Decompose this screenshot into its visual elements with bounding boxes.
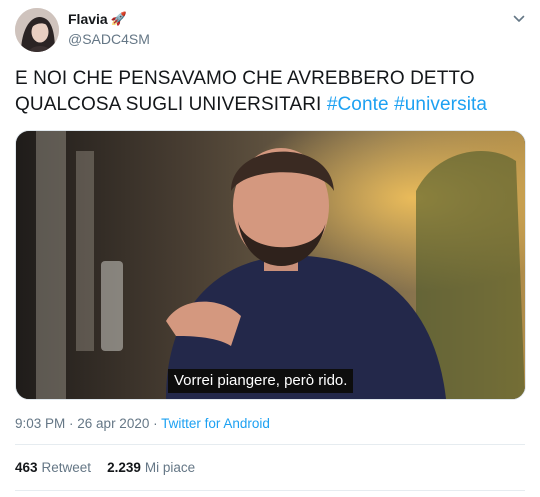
tweet-client[interactable]: Twitter for Android [161,416,270,431]
meta-separator: · [149,416,162,431]
media-caption: Vorrei piangere, però rido. [168,369,354,393]
rocket-emoji: 🚀 [110,11,127,26]
hashtag-universita[interactable]: #universita [394,94,487,115]
media-image [16,131,525,399]
tweet-stats: 463 Retweet 2.239 Mi piace [15,460,195,475]
chevron-down-icon[interactable] [512,12,526,26]
tweet-time[interactable]: 9:03 PM [15,416,65,431]
tweet-date[interactable]: 26 apr 2020 [77,416,149,431]
meta-separator: · [65,416,78,431]
avatar-image [15,8,59,52]
user-name-row[interactable]: Flavia 🚀 [68,11,127,27]
tweet-meta: 9:03 PM · 26 apr 2020 · Twitter for Andr… [15,416,270,431]
user-name[interactable]: Flavia [68,11,108,27]
likes-label: Mi piace [144,460,196,475]
hashtag-conte[interactable]: #Conte [327,94,389,115]
avatar[interactable] [15,8,59,52]
retweet-count: 463 [15,460,38,475]
tweet-card: Flavia 🚀 @SADC4SM E NOI CHE PENSAVAMO CH… [0,0,540,497]
retweet-stat[interactable]: 463 Retweet [15,460,91,475]
likes-count: 2.239 [107,460,141,475]
user-handle[interactable]: @SADC4SM [68,31,150,47]
tweet-text: E NOI CHE PENSAVAMO CHE AVREBBERO DETTO … [15,66,530,118]
likes-stat[interactable]: 2.239 Mi piace [107,460,195,475]
retweet-label: Retweet [41,460,92,475]
divider [15,444,525,445]
tweet-media[interactable]: Vorrei piangere, però rido. [15,130,526,400]
divider [15,490,525,491]
